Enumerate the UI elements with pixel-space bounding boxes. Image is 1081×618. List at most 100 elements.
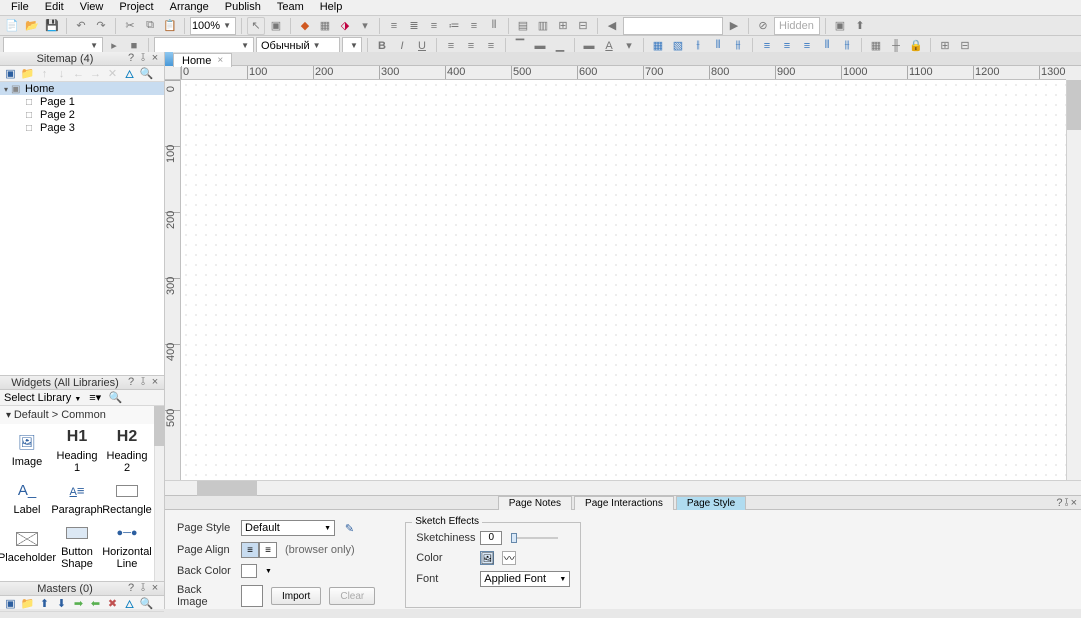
panel-pin-icon[interactable]: ⫱	[138, 52, 148, 65]
add-folder-icon[interactable]: 📁	[21, 67, 34, 80]
back-image-swatch[interactable]	[241, 585, 263, 607]
panel-close-icon[interactable]: ×	[150, 376, 160, 389]
indent-icon[interactable]: →	[89, 67, 102, 80]
delete-page-icon[interactable]: ✕	[106, 67, 119, 80]
hide-icon[interactable]: ⊘	[754, 17, 772, 35]
tab-page-style[interactable]: Page Style	[676, 496, 746, 510]
menu-view[interactable]: View	[72, 0, 112, 15]
panel-help-icon[interactable]: ?	[1056, 497, 1062, 510]
nav-box[interactable]	[623, 17, 723, 35]
align-icon[interactable]: ≣	[405, 17, 423, 35]
move-up-icon[interactable]: ⬆	[38, 597, 51, 610]
cut-icon[interactable]: ✂	[121, 17, 139, 35]
close-tab-icon[interactable]: ×	[217, 55, 223, 66]
cube-icon[interactable]: ◆	[296, 17, 314, 35]
indent-icon[interactable]: ⬅	[89, 597, 102, 610]
align-left-button[interactable]: ≡	[241, 542, 259, 558]
tree-icon[interactable]: 🜂	[123, 67, 136, 80]
delete-icon[interactable]: ✖	[106, 597, 119, 610]
widget-heading-2[interactable]: H2Heading 2	[102, 426, 152, 474]
move-up-icon[interactable]: ↑	[38, 67, 51, 80]
widget-placeholder[interactable]: Placeholder	[2, 522, 52, 570]
open-icon[interactable]: 📂	[23, 17, 41, 35]
panel-pin-icon[interactable]: ⫱	[138, 376, 148, 389]
menu-publish[interactable]: Publish	[217, 0, 269, 15]
tree-root[interactable]: Home	[0, 82, 164, 95]
panel-help-icon[interactable]: ?	[126, 52, 136, 65]
tag-icon[interactable]: ⬗	[336, 17, 354, 35]
widget-heading-1[interactable]: H1Heading 1	[52, 426, 102, 474]
publish-icon[interactable]: ⬆	[851, 17, 869, 35]
nav-prev-icon[interactable]: ◀	[603, 17, 621, 35]
menu-edit[interactable]: Edit	[37, 0, 72, 15]
tab-page-interactions[interactable]: Page Interactions	[574, 496, 674, 510]
search-icon[interactable]: 🔍	[140, 67, 153, 80]
panel-close-icon[interactable]: ×	[1071, 497, 1077, 510]
send-back-icon[interactable]: ▥	[534, 17, 552, 35]
widgets-scrollbar[interactable]	[154, 406, 164, 581]
sketch-color-img-icon[interactable]: 🖼	[480, 551, 494, 565]
undo-icon[interactable]: ↶	[72, 17, 90, 35]
search-icon[interactable]: 🔍	[109, 391, 122, 404]
doc-tab-home[interactable]: Home ×	[173, 53, 232, 67]
nav-next-icon[interactable]: ▶	[725, 17, 743, 35]
menu-project[interactable]: Project	[111, 0, 161, 15]
bring-front-icon[interactable]: ▤	[514, 17, 532, 35]
menu-team[interactable]: Team	[269, 0, 312, 15]
dist-icon[interactable]: ⫴	[485, 17, 503, 35]
menu-help[interactable]: Help	[312, 0, 351, 15]
vertical-scrollbar[interactable]	[1066, 80, 1081, 480]
add-page-icon[interactable]: ▣	[4, 67, 17, 80]
vertical-ruler[interactable]: 0100200300400500	[165, 80, 181, 480]
tab-page-notes[interactable]: Page Notes	[498, 496, 572, 510]
region-icon[interactable]: ▣	[267, 17, 285, 35]
page-style-select[interactable]: Default▼	[241, 520, 335, 536]
horizontal-scrollbar[interactable]	[181, 481, 1066, 495]
widget-rectangle[interactable]: Rectangle	[102, 474, 152, 522]
widget-horizontal-line[interactable]: ●─●Horizontal Line	[102, 522, 152, 570]
sketchiness-input[interactable]: 0	[480, 531, 502, 545]
align-left-icon[interactable]: ≡	[385, 17, 403, 35]
align-center-button[interactable]: ≡	[259, 542, 277, 558]
sketchiness-slider[interactable]	[514, 537, 558, 539]
bullet-list-icon[interactable]: ≡	[465, 17, 483, 35]
clear-button[interactable]: Clear	[329, 587, 375, 605]
panel-pin-icon[interactable]: ⫱	[1064, 497, 1068, 510]
canvas[interactable]	[181, 80, 1066, 480]
panel-close-icon[interactable]: ×	[150, 52, 160, 65]
move-down-icon[interactable]: ⬇	[55, 597, 68, 610]
menu-file[interactable]: File	[3, 0, 37, 15]
list-view-icon[interactable]: ≡▾	[89, 391, 101, 404]
panel-close-icon[interactable]: ×	[150, 582, 160, 595]
tree-page[interactable]: Page 2	[0, 108, 164, 121]
horizontal-ruler[interactable]: 0100200300400500600700800900100011001200…	[181, 66, 1066, 80]
paste-icon[interactable]: 📋	[161, 17, 179, 35]
edit-style-icon[interactable]: ✎	[343, 522, 356, 535]
redo-icon[interactable]: ↷	[92, 17, 110, 35]
usage-icon[interactable]: 🜂	[123, 597, 136, 610]
outdent-icon[interactable]: ←	[72, 67, 85, 80]
sketch-font-select[interactable]: Applied Font▼	[480, 571, 570, 587]
sketch-color-line-icon[interactable]: 〰	[502, 551, 516, 565]
preview-icon[interactable]: ▣	[831, 17, 849, 35]
widget-label[interactable]: A_Label	[2, 474, 52, 522]
group-icon[interactable]: ⊞	[554, 17, 572, 35]
dropdown-icon[interactable]: ▾	[356, 17, 374, 35]
back-color-dd-icon[interactable]: ▼	[265, 568, 272, 575]
widget-button-shape[interactable]: Button Shape	[52, 522, 102, 570]
align2-icon[interactable]: ≡	[425, 17, 443, 35]
outdent-icon[interactable]: ➡	[72, 597, 85, 610]
new-icon[interactable]: 📄	[3, 17, 21, 35]
ungroup-icon[interactable]: ⊟	[574, 17, 592, 35]
save-icon[interactable]: 💾	[43, 17, 61, 35]
widget-image[interactable]: 🖼Image	[2, 426, 52, 474]
hidden-box[interactable]: Hidden	[774, 17, 820, 35]
add-master-icon[interactable]: ▣	[4, 597, 17, 610]
widget-group-header[interactable]: ▾ Default > Common	[0, 406, 164, 424]
panel-pin-icon[interactable]: ⫱	[138, 582, 148, 595]
menu-arrange[interactable]: Arrange	[162, 0, 217, 15]
panel-help-icon[interactable]: ?	[126, 582, 136, 595]
shapes-icon[interactable]: ▦	[316, 17, 334, 35]
widget-paragraph[interactable]: A≡Paragraph	[52, 474, 102, 522]
select-library-dd[interactable]: Select Library ▼	[4, 392, 81, 404]
